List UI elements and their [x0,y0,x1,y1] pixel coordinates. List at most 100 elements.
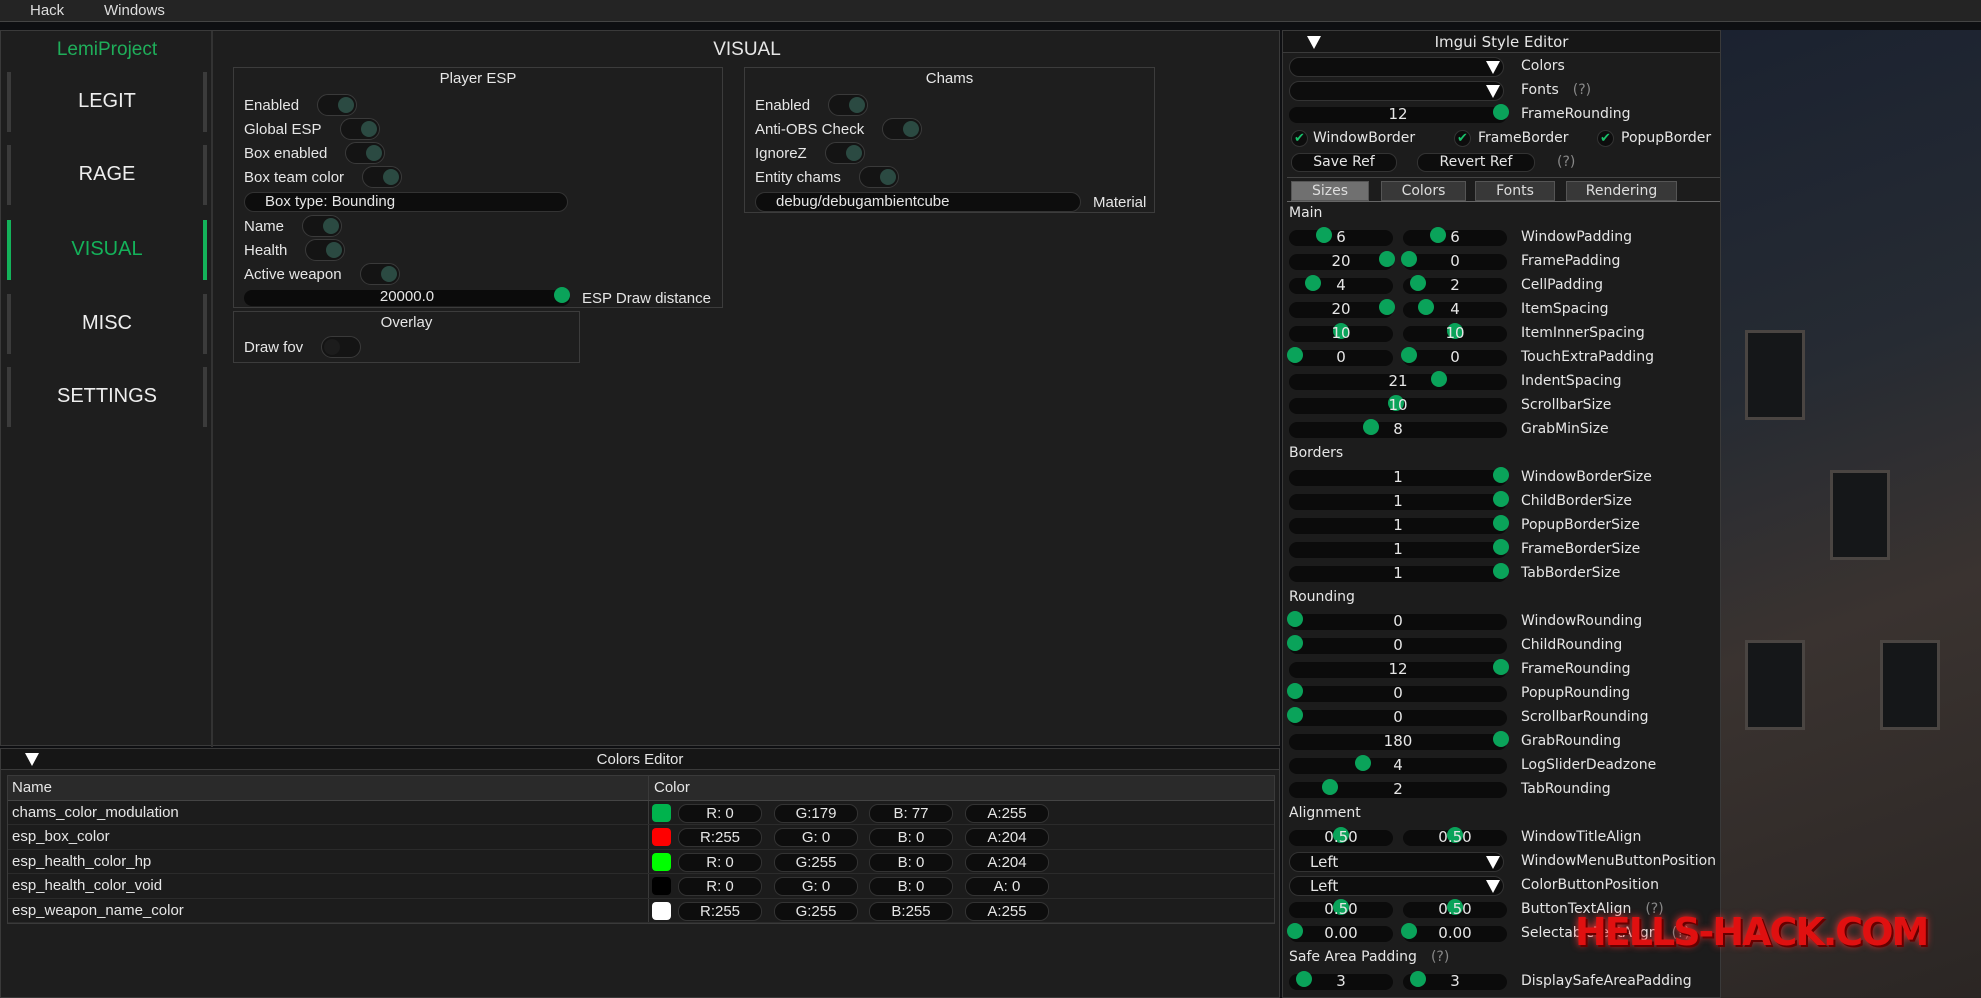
color-swatch[interactable] [652,828,671,846]
slider[interactable]: 1 [1289,563,1509,582]
color-field-a[interactable]: A: 0 [965,877,1049,896]
slider[interactable]: 10 [1289,395,1507,414]
slider[interactable]: 1 [1289,491,1509,510]
help-icon[interactable]: (?) [1431,949,1449,965]
color-field-b[interactable]: B: 0 [869,852,953,872]
tab-colors[interactable]: Colors [1381,181,1466,201]
color-field-r[interactable]: R:255 [678,828,762,847]
toggle-switch[interactable] [824,142,865,164]
window-title-bar[interactable]: Imgui Style Editor [1283,31,1720,53]
color-field-r[interactable]: R: 0 [678,803,762,823]
color-field-a[interactable]: A:204 [965,852,1049,872]
checkbox-frameborder[interactable]: ✔ [1454,130,1471,147]
toggle-switch[interactable] [828,94,869,116]
tab-rendering[interactable]: Rendering [1566,181,1677,201]
sidebar-item-rage[interactable]: RAGE [7,145,207,205]
toggle-switch[interactable] [359,263,400,285]
menu-hack[interactable]: Hack [30,2,64,19]
color-field-a[interactable]: A:204 [965,828,1049,847]
position-combo[interactable]: Left [1289,852,1504,872]
slider[interactable]: 0 [1287,707,1507,726]
slider[interactable]: 2 [1403,275,1507,294]
color-field-r[interactable]: R:255 [678,901,762,921]
color-field-g[interactable]: G:255 [774,852,858,872]
slider[interactable]: 2 [1289,779,1507,798]
sidebar-item-misc[interactable]: MISC [7,294,207,354]
collapse-triangle-icon[interactable] [25,753,39,766]
slider[interactable]: 0.50 [1289,899,1393,918]
slider[interactable]: 0 [1287,611,1507,630]
toggle-switch[interactable] [362,166,403,188]
sidebar-item-legit[interactable]: LEGIT [7,72,207,132]
color-swatch[interactable] [652,852,671,871]
toggle-switch[interactable] [302,215,343,237]
color-field-b[interactable]: B: 77 [869,803,953,823]
tab-sizes[interactable]: Sizes [1291,181,1369,201]
slider[interactable]: 20 [1289,251,1395,270]
fonts-combo[interactable] [1289,81,1504,101]
draw-distance-slider[interactable]: 20000.0 [244,287,570,306]
slider[interactable]: 0 [1287,683,1507,702]
slider[interactable]: 1 [1289,467,1509,486]
toggle-switch[interactable] [345,142,386,164]
slider[interactable]: 0.00 [1401,923,1507,942]
color-field-g[interactable]: G: 0 [774,877,858,896]
slider[interactable]: 3 [1289,971,1393,990]
slider[interactable]: 3 [1403,971,1507,990]
color-field-b[interactable]: B: 0 [869,877,953,896]
slider[interactable]: 20 [1289,299,1395,318]
toggle-switch[interactable] [858,166,899,188]
slider[interactable]: 8 [1289,419,1507,438]
toggle-switch[interactable] [882,118,923,140]
slider[interactable]: 0 [1401,251,1507,270]
toggle-switch[interactable] [305,239,346,261]
toggle-switch[interactable] [339,118,380,140]
color-swatch[interactable] [652,901,671,920]
slider[interactable]: 0.50 [1403,899,1507,918]
color-swatch[interactable] [652,877,671,895]
collapse-triangle-icon[interactable] [1307,36,1321,49]
color-field-g[interactable]: G: 0 [774,828,858,847]
checkbox-windowborder[interactable]: ✔ [1291,130,1308,147]
slider[interactable]: 0.50 [1403,827,1507,846]
sidebar-item-settings[interactable]: SETTINGS [7,367,207,427]
color-field-b[interactable]: B: 0 [869,828,953,847]
slider[interactable]: 1 [1289,515,1509,534]
slider[interactable]: 0 [1287,635,1507,654]
help-icon[interactable]: (?) [1573,82,1591,98]
color-field-g[interactable]: G:255 [774,901,858,921]
slider[interactable]: 0 [1287,347,1393,366]
toggle-switch[interactable] [321,336,362,358]
slider[interactable]: 0.50 [1289,827,1393,846]
menu-windows[interactable]: Windows [104,2,165,19]
slider[interactable]: 180 [1289,731,1509,750]
colors-combo[interactable] [1289,57,1504,77]
color-field-a[interactable]: A:255 [965,803,1049,823]
slider[interactable]: 6 [1289,227,1393,246]
box-type-combo[interactable]: Box type: Bounding [244,192,568,212]
slider[interactable]: 0 [1401,347,1507,366]
slider[interactable]: 4 [1403,299,1507,318]
checkbox-popupborder[interactable]: ✔ [1597,130,1614,147]
color-field-r[interactable]: R: 0 [678,877,762,896]
slider[interactable]: 12 [1289,659,1509,678]
color-field-b[interactable]: B:255 [869,901,953,921]
color-field-a[interactable]: A:255 [965,901,1049,921]
slider[interactable]: 0.00 [1287,923,1393,942]
color-swatch[interactable] [652,803,671,822]
slider[interactable]: 10 [1289,323,1393,342]
save-ref-button[interactable]: Save Ref [1291,153,1397,172]
slider[interactable]: 4 [1289,755,1507,774]
revert-ref-button[interactable]: Revert Ref [1417,153,1535,172]
slider[interactable]: 6 [1403,227,1507,246]
color-field-r[interactable]: R: 0 [678,852,762,872]
slider[interactable]: 4 [1289,275,1393,294]
position-combo[interactable]: Left [1289,876,1504,896]
help-icon[interactable]: (?) [1557,154,1575,170]
tab-fonts[interactable]: Fonts [1475,181,1555,201]
slider[interactable]: 1 [1289,539,1509,558]
slider[interactable]: 10 [1403,323,1507,342]
sidebar-item-visual[interactable]: VISUAL [7,220,207,280]
window-title-bar[interactable]: Colors Editor [1,749,1279,770]
toggle-switch[interactable] [317,94,358,116]
